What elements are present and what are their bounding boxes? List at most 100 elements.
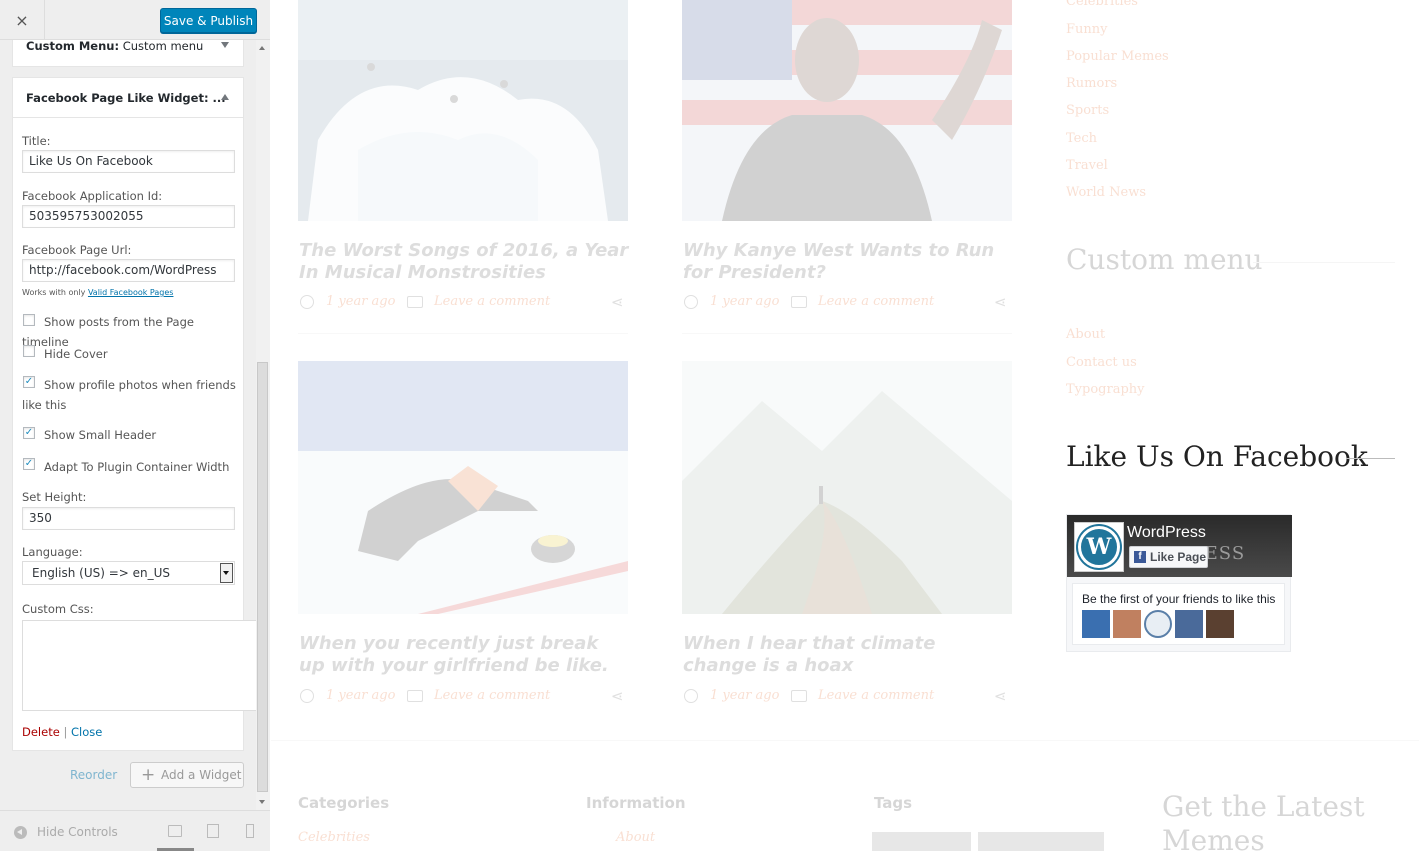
widget-header[interactable]: Facebook Page Like Widget: ... [13, 78, 243, 118]
friend-avatar[interactable] [1206, 610, 1234, 638]
panel-scrollbar[interactable] [256, 40, 270, 810]
fb-page-avatar[interactable]: W [1074, 522, 1124, 572]
scroll-down-icon[interactable] [259, 800, 265, 804]
save-publish-button[interactable]: Save & Publish [160, 8, 257, 33]
post-comment-3[interactable]: Leave a comment [434, 688, 550, 703]
post-title-3[interactable]: When you recently just break up with you… [299, 633, 629, 677]
post-title-4[interactable]: When I hear that climate change is a hoa… [683, 633, 1013, 677]
scroll-thumb[interactable] [257, 362, 268, 792]
footer-info-link[interactable]: About [616, 830, 655, 845]
close-link[interactable]: Close [71, 725, 102, 739]
customizer-panel: × Save & Publish Custom Menu: Custom men… [0, 0, 270, 851]
page-url-input[interactable]: http://facebook.com/WordPress [22, 259, 235, 282]
tag-chip[interactable] [978, 832, 1104, 851]
post-image-man-suit[interactable] [682, 0, 1012, 221]
panel-footer: Hide Controls [0, 810, 270, 851]
hide-controls-label: Hide Controls [37, 825, 118, 839]
title-label: Title: [22, 134, 51, 148]
post-comment-1[interactable]: Leave a comment [434, 294, 550, 309]
category-link[interactable]: Sports [1066, 103, 1109, 118]
post-image-curling[interactable] [298, 361, 628, 614]
checkbox-label-show-faces: Show profile photos when friends like th… [22, 378, 236, 412]
custom-css-textarea[interactable] [22, 620, 258, 711]
page-url-label: Facebook Page Url: [22, 243, 132, 257]
post-image-iceberg[interactable] [298, 0, 628, 221]
delete-link[interactable]: Delete [22, 725, 60, 739]
panel-header: × Save & Publish [0, 0, 270, 40]
widget-actions: Delete | Close [22, 725, 102, 739]
wordpress-logo-icon: W [1078, 526, 1120, 568]
valid-pages-link[interactable]: Valid Facebook Pages [88, 288, 174, 297]
mobile-icon[interactable] [246, 824, 254, 838]
fb-like-label: Like Page [1150, 550, 1207, 564]
language-select[interactable]: English (US) => en_US [22, 561, 235, 585]
chevron-down-icon[interactable] [220, 563, 233, 583]
share-icon[interactable]: ⋖ [994, 687, 1007, 705]
comment-icon [407, 296, 423, 308]
desktop-icon[interactable] [168, 825, 182, 837]
fb-friends-box: Be the first of your friends to like thi… [1072, 583, 1285, 645]
collapse-arrow-icon[interactable] [221, 94, 229, 100]
friend-avatar[interactable] [1144, 610, 1172, 638]
share-icon[interactable]: ⋖ [611, 293, 624, 311]
category-link[interactable]: Popular Memes [1066, 49, 1169, 64]
menu-link[interactable]: Typography [1066, 382, 1145, 397]
fb-cover[interactable]: PRESS W WordPress f Like Page [1067, 515, 1292, 577]
friend-avatar[interactable] [1175, 610, 1203, 638]
tag-chip[interactable] [872, 832, 971, 851]
post-time-2[interactable]: 1 year ago [710, 294, 779, 309]
category-link[interactable]: Travel [1066, 158, 1108, 173]
widget-custom-menu[interactable]: Custom Menu: Custom menu [12, 40, 244, 67]
post-image-mountain[interactable] [682, 361, 1012, 614]
category-link[interactable]: Rumors [1066, 76, 1117, 91]
close-icon[interactable]: × [0, 0, 45, 40]
actions-separator: | [63, 725, 68, 739]
category-link[interactable]: World News [1066, 185, 1146, 200]
widget-facebook-page-like: Facebook Page Like Widget: ... Title: Li… [12, 77, 258, 751]
tablet-icon[interactable] [207, 824, 219, 838]
menu-link[interactable]: About [1066, 327, 1105, 342]
friend-avatar[interactable] [1113, 610, 1141, 638]
comment-icon [791, 690, 807, 702]
post-comment-2[interactable]: Leave a comment [818, 294, 934, 309]
clock-icon [684, 689, 698, 703]
title-input[interactable]: Like Us On Facebook [22, 150, 235, 173]
fb-like-button[interactable]: f Like Page [1129, 546, 1208, 568]
reorder-button[interactable]: Reorder [70, 768, 117, 782]
custom-menu-heading: Custom menu [1066, 243, 1263, 276]
post-comment-4[interactable]: Leave a comment [818, 688, 934, 703]
height-label: Set Height: [22, 490, 87, 504]
category-link[interactable]: Funny [1066, 22, 1107, 37]
height-input[interactable]: 350 [22, 507, 235, 530]
widget-title: Facebook Page Like Widget: ... [26, 91, 226, 105]
footer-categories-heading: Categories [298, 794, 390, 812]
collapse-icon [14, 825, 27, 839]
friend-avatar[interactable] [1082, 610, 1110, 638]
menu-link[interactable]: Contact us [1066, 355, 1137, 370]
fb-friends-text: Be the first of your friends to like thi… [1082, 592, 1276, 606]
expand-arrow-icon[interactable] [221, 42, 229, 48]
comment-icon [791, 296, 807, 308]
site-preview: The Worst Songs of 2016, a Year In Music… [271, 0, 1419, 851]
share-icon[interactable]: ⋖ [994, 293, 1007, 311]
clock-icon [684, 295, 698, 309]
fb-page-name[interactable]: WordPress [1127, 524, 1206, 542]
post-time-1[interactable]: 1 year ago [326, 294, 395, 309]
language-select-value: English (US) => en_US [32, 566, 171, 580]
category-link[interactable]: Celebrities [1066, 0, 1138, 9]
post-time-3[interactable]: 1 year ago [326, 688, 395, 703]
checkbox-label-adapt-width: Adapt To Plugin Container Width [44, 460, 230, 474]
add-widget-button[interactable]: + Add a Widget [130, 762, 244, 788]
scroll-up-icon[interactable] [259, 46, 265, 50]
footer-category-link[interactable]: Celebrities [298, 830, 370, 845]
facebook-widget-heading: Like Us On Facebook [1066, 440, 1368, 473]
post-title-2[interactable]: Why Kanye West Wants to Run for Presiden… [683, 240, 1013, 284]
category-link[interactable]: Tech [1066, 131, 1097, 146]
footer-divider [271, 740, 1419, 741]
app-id-input[interactable]: 503595753002055 [22, 205, 235, 228]
clock-icon [300, 295, 314, 309]
post-time-4[interactable]: 1 year ago [710, 688, 779, 703]
share-icon[interactable]: ⋖ [611, 687, 624, 705]
post-title-1[interactable]: The Worst Songs of 2016, a Year In Music… [299, 240, 629, 284]
hide-controls-button[interactable]: Hide Controls [14, 825, 118, 839]
